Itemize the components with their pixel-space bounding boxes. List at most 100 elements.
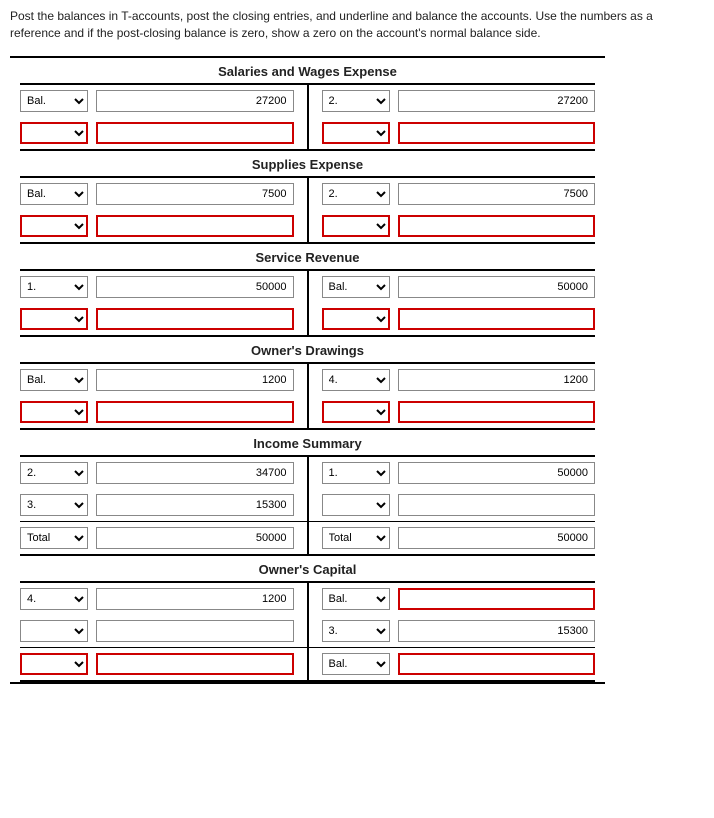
left-amount-input[interactable]	[96, 183, 294, 205]
left-ref-select[interactable]: 2.	[20, 462, 88, 484]
right-side: Total	[312, 527, 596, 549]
account-title: Service Revenue	[20, 244, 595, 271]
right-ref-select[interactable]: Total	[322, 527, 390, 549]
left-amount-input[interactable]	[96, 401, 294, 423]
left-ref-select[interactable]: Bal.	[20, 183, 88, 205]
right-ref-select[interactable]	[322, 215, 390, 237]
right-ref-select[interactable]: 4.	[322, 369, 390, 391]
t-row: 1. Bal.	[20, 271, 595, 303]
account-title: Owner's Drawings	[20, 337, 595, 364]
left-amount-input[interactable]	[96, 369, 294, 391]
right-amount-input[interactable]	[398, 588, 596, 610]
right-side: 2.	[312, 183, 596, 205]
left-side	[20, 308, 304, 330]
right-ref-select[interactable]: 1.	[322, 462, 390, 484]
account-title: Income Summary	[20, 430, 595, 457]
right-ref-select[interactable]	[322, 122, 390, 144]
left-ref-select[interactable]	[20, 653, 88, 675]
account-title: Supplies Expense	[20, 151, 595, 178]
right-amount-input[interactable]	[398, 276, 596, 298]
right-amount-input[interactable]	[398, 494, 596, 516]
left-amount-input[interactable]	[96, 276, 294, 298]
right-ref-select[interactable]: 2.	[322, 90, 390, 112]
t-row	[20, 117, 595, 149]
t-account: Salaries and Wages Expense Bal. 2.	[10, 58, 605, 151]
left-side: 1.	[20, 276, 304, 298]
left-amount-input[interactable]	[96, 462, 294, 484]
right-amount-input[interactable]	[398, 527, 596, 549]
instructions-text: Post the balances in T-accounts, post th…	[10, 8, 704, 42]
t-row	[20, 396, 595, 428]
right-amount-input[interactable]	[398, 308, 596, 330]
right-side: 2.	[312, 90, 596, 112]
left-amount-input[interactable]	[96, 122, 294, 144]
left-amount-input[interactable]	[96, 653, 294, 675]
right-side	[312, 308, 596, 330]
right-side	[312, 215, 596, 237]
left-ref-select[interactable]: Bal.	[20, 90, 88, 112]
right-side	[312, 494, 596, 516]
left-amount-input[interactable]	[96, 527, 294, 549]
left-side: Bal.	[20, 183, 304, 205]
t-accounts-container: Salaries and Wages ExpenseBal.2.Supplies…	[10, 56, 605, 684]
account-end-rule	[20, 680, 595, 682]
right-amount-input[interactable]	[398, 183, 596, 205]
t-rows: Bal. 2.	[10, 178, 605, 242]
left-amount-input[interactable]	[96, 494, 294, 516]
t-rows: 4. Bal. 3. Bal.	[10, 583, 605, 680]
right-amount-input[interactable]	[398, 620, 596, 642]
right-side: 3.	[312, 620, 596, 642]
right-ref-select[interactable]: Bal.	[322, 276, 390, 298]
left-amount-input[interactable]	[96, 215, 294, 237]
right-amount-input[interactable]	[398, 215, 596, 237]
right-side	[312, 401, 596, 423]
left-ref-select[interactable]: 4.	[20, 588, 88, 610]
right-ref-select[interactable]	[322, 494, 390, 516]
t-row: 2. 1.	[20, 457, 595, 489]
account-title: Salaries and Wages Expense	[20, 58, 595, 85]
right-amount-input[interactable]	[398, 122, 596, 144]
t-row	[20, 303, 595, 335]
left-ref-select[interactable]	[20, 308, 88, 330]
right-amount-input[interactable]	[398, 90, 596, 112]
right-amount-input[interactable]	[398, 653, 596, 675]
left-side: 2.	[20, 462, 304, 484]
t-account: Supplies Expense Bal. 2.	[10, 151, 605, 244]
left-side: Bal.	[20, 369, 304, 391]
left-side	[20, 215, 304, 237]
left-ref-select[interactable]: Total	[20, 527, 88, 549]
left-ref-select[interactable]	[20, 401, 88, 423]
t-row: Bal.	[20, 648, 595, 680]
right-ref-select[interactable]	[322, 401, 390, 423]
right-side: 4.	[312, 369, 596, 391]
left-ref-select[interactable]	[20, 122, 88, 144]
left-side	[20, 122, 304, 144]
right-ref-select[interactable]: 2.	[322, 183, 390, 205]
right-ref-select[interactable]: 3.	[322, 620, 390, 642]
right-side: Bal.	[312, 276, 596, 298]
left-side	[20, 401, 304, 423]
right-ref-select[interactable]: Bal.	[322, 588, 390, 610]
right-amount-input[interactable]	[398, 401, 596, 423]
left-amount-input[interactable]	[96, 588, 294, 610]
left-ref-select[interactable]	[20, 215, 88, 237]
t-rows: 2. 1. 3. Total Total	[10, 457, 605, 554]
t-rows: 1. Bal.	[10, 271, 605, 335]
left-ref-select[interactable]	[20, 620, 88, 642]
t-row	[20, 210, 595, 242]
right-side: Bal.	[312, 653, 596, 675]
t-rows: Bal. 4.	[10, 364, 605, 428]
left-ref-select[interactable]: 3.	[20, 494, 88, 516]
right-amount-input[interactable]	[398, 462, 596, 484]
left-amount-input[interactable]	[96, 90, 294, 112]
left-amount-input[interactable]	[96, 308, 294, 330]
t-row: Total Total	[20, 522, 595, 554]
right-side: Bal.	[312, 588, 596, 610]
left-ref-select[interactable]: 1.	[20, 276, 88, 298]
left-amount-input[interactable]	[96, 620, 294, 642]
right-amount-input[interactable]	[398, 369, 596, 391]
right-ref-select[interactable]: Bal.	[322, 653, 390, 675]
right-ref-select[interactable]	[322, 308, 390, 330]
t-row: 3.	[20, 615, 595, 647]
left-ref-select[interactable]: Bal.	[20, 369, 88, 391]
